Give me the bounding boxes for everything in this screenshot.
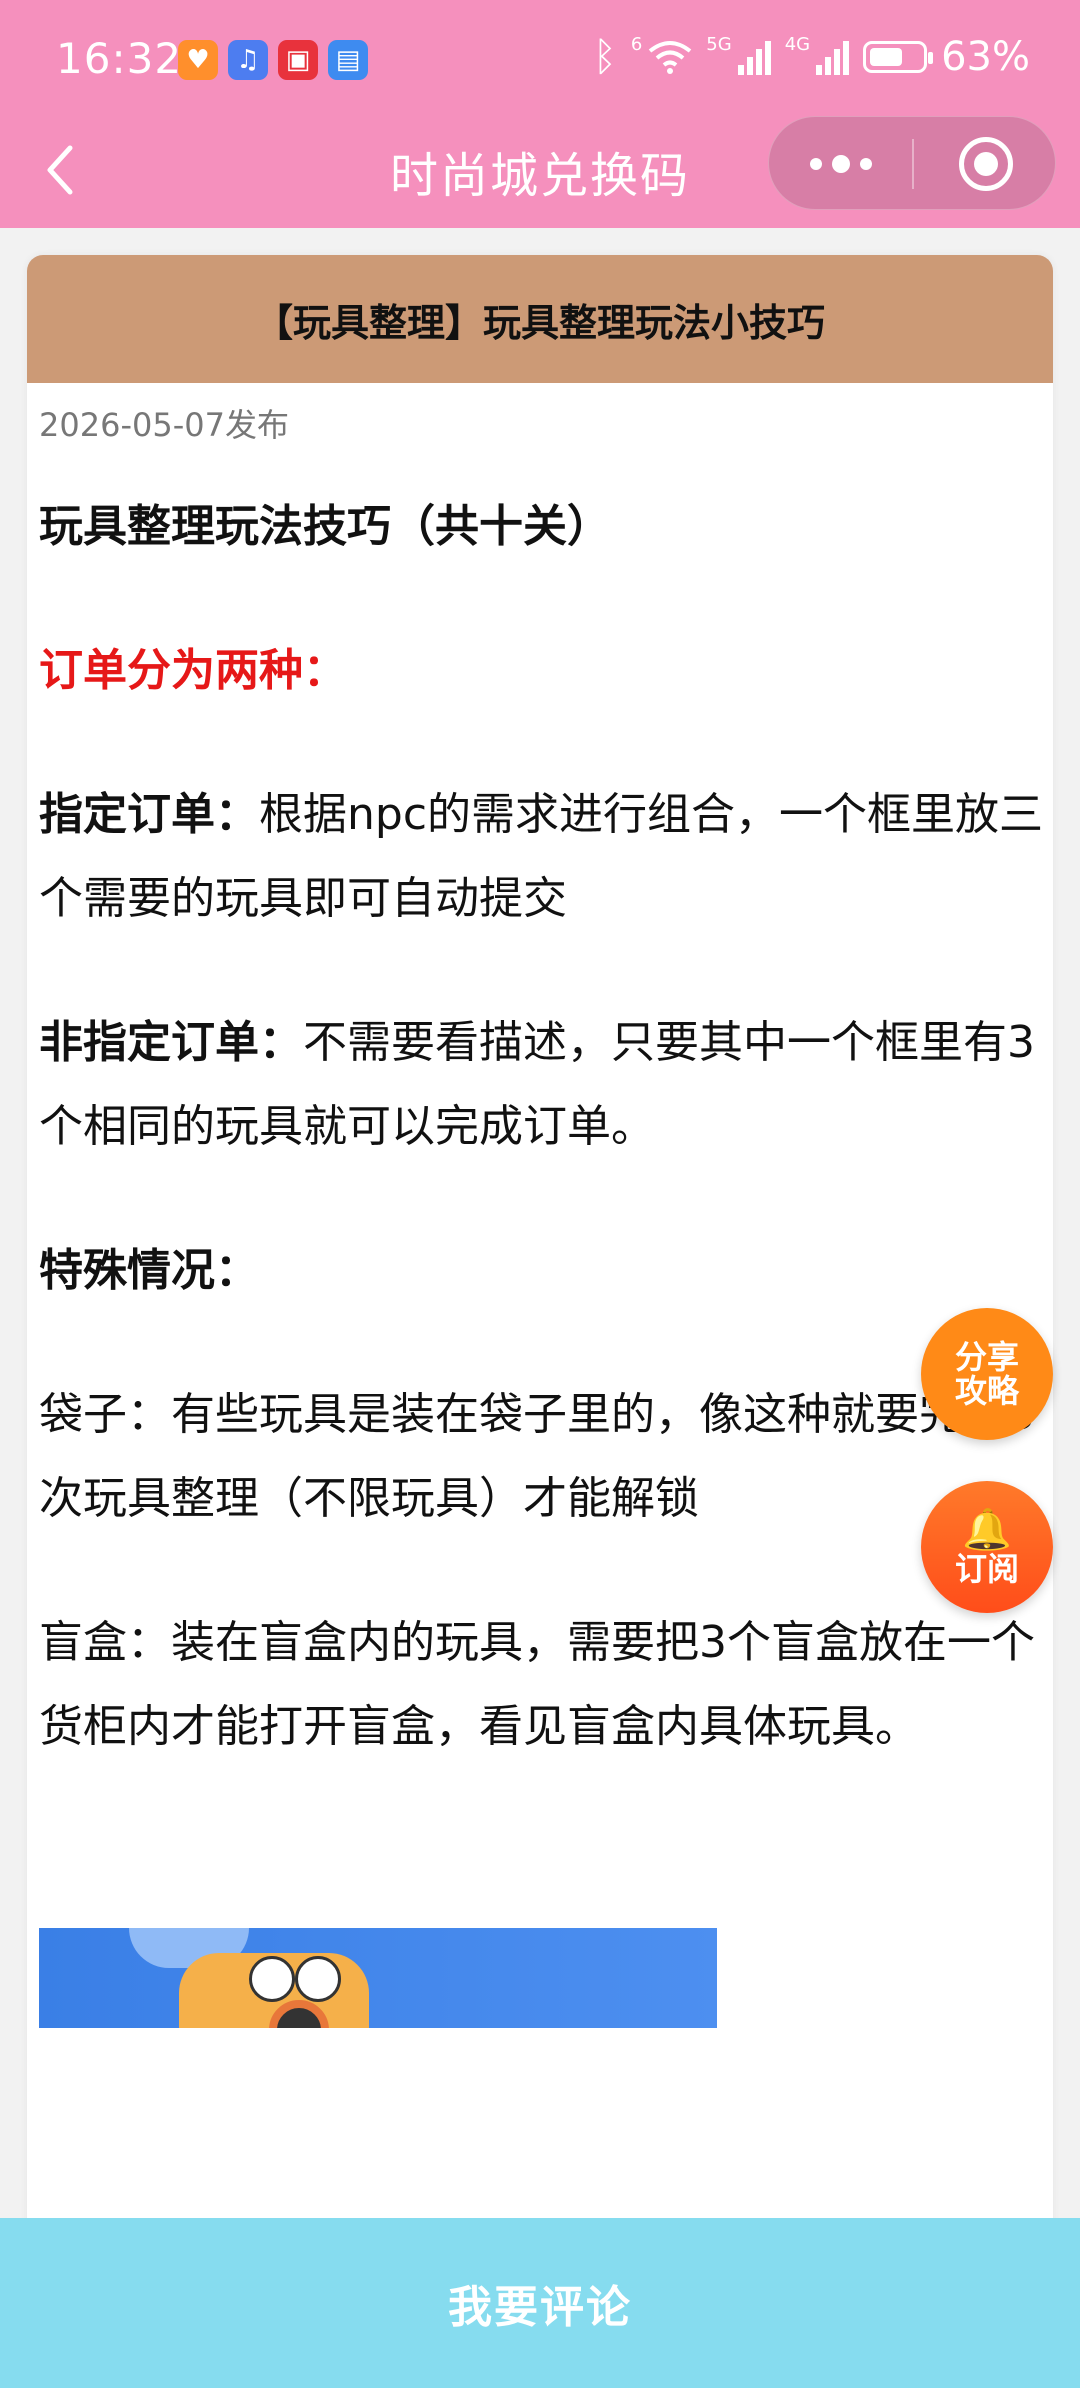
notification-icons: ♥ ♫ ▣ ▤ (178, 40, 368, 80)
bell-icon: 🔔 (962, 1507, 1012, 1553)
mini-program-capsule (768, 116, 1056, 210)
orders-title: 订单分为两种： (39, 645, 347, 696)
article-header: 【玩具整理】玩具整理玩法小技巧 (27, 255, 1053, 383)
publish-date: 2026-05-07发布 (39, 406, 289, 444)
paragraph-designated-order: 指定订单：根据npc的需求进行组合，一个框里放三个需要的玩具即可自动提交 (39, 773, 1049, 941)
status-right: ᛒ 6 5G 4G 63% (593, 34, 1030, 80)
net-type-5g: 5G (706, 34, 732, 55)
article-image (39, 1928, 717, 2028)
paragraph-bag: 袋子：有些玩具是装在袋子里的，像这种就要完成3次玩具整理（不限玩具）才能解锁 (39, 1389, 1035, 1524)
share-label-2: 攻略 (954, 1372, 1019, 1410)
more-dots-icon[interactable] (769, 117, 912, 211)
share-guide-button[interactable]: 分享 攻略 (921, 1308, 1053, 1440)
article-body: 玩具整理玩法技巧（共十关） 订单分为两种： 指定订单：根据npc的需求进行组合，… (39, 485, 1049, 1769)
status-time: 16:32 (56, 34, 183, 83)
video-app-icon: ▣ (278, 40, 318, 80)
signal-icon (737, 39, 771, 75)
heart-app-icon: ♥ (178, 40, 218, 80)
music-app-icon: ♫ (228, 40, 268, 80)
paragraph-nondesignated-order: 非指定订单：不需要看描述，只要其中一个框里有3个相同的玩具就可以完成订单。 (39, 1001, 1049, 1169)
comment-bar[interactable]: 我要评论 (0, 2218, 1080, 2388)
battery-percent: 63% (941, 34, 1030, 80)
article-heading: 玩具整理玩法技巧（共十关） (39, 501, 611, 552)
subscribe-button[interactable]: 🔔 订阅 (921, 1481, 1053, 1613)
share-label-1: 分享 (954, 1338, 1019, 1376)
status-bar: 16:32 ♥ ♫ ▣ ▤ ᛒ 6 5G 4G 63% (0, 0, 1080, 120)
card-app-icon: ▤ (328, 40, 368, 80)
battery-icon (863, 41, 934, 73)
wifi-icon (649, 41, 692, 74)
paragraph-blindbox: 盲盒：装在盲盒内的玩具，需要把3个盲盒放在一个货柜内才能打开盲盒，看见盲盒内具体… (39, 1617, 1035, 1752)
nondesignated-order-label: 非指定订单： (39, 1017, 303, 1068)
target-close-icon[interactable] (959, 137, 1013, 191)
capsule-divider (912, 139, 914, 189)
top-bar: 16:32 ♥ ♫ ▣ ▤ ᛒ 6 5G 4G 63% 时尚城兑换码 (0, 0, 1080, 228)
designated-order-label: 指定订单： (39, 789, 259, 840)
comment-button-label: 我要评论 (448, 2282, 632, 2333)
article-card: 【玩具整理】玩具整理玩法小技巧 2026-05-07发布 玩具整理玩法技巧（共十… (27, 255, 1053, 2255)
net-type-4g: 4G (784, 34, 811, 55)
wifi-tag: 6 (630, 34, 643, 55)
signal-icon-2 (816, 39, 850, 75)
special-title: 特殊情况： (39, 1245, 259, 1296)
subscribe-label: 订阅 (954, 1550, 1019, 1588)
bluetooth-icon: ᛒ (592, 34, 617, 80)
